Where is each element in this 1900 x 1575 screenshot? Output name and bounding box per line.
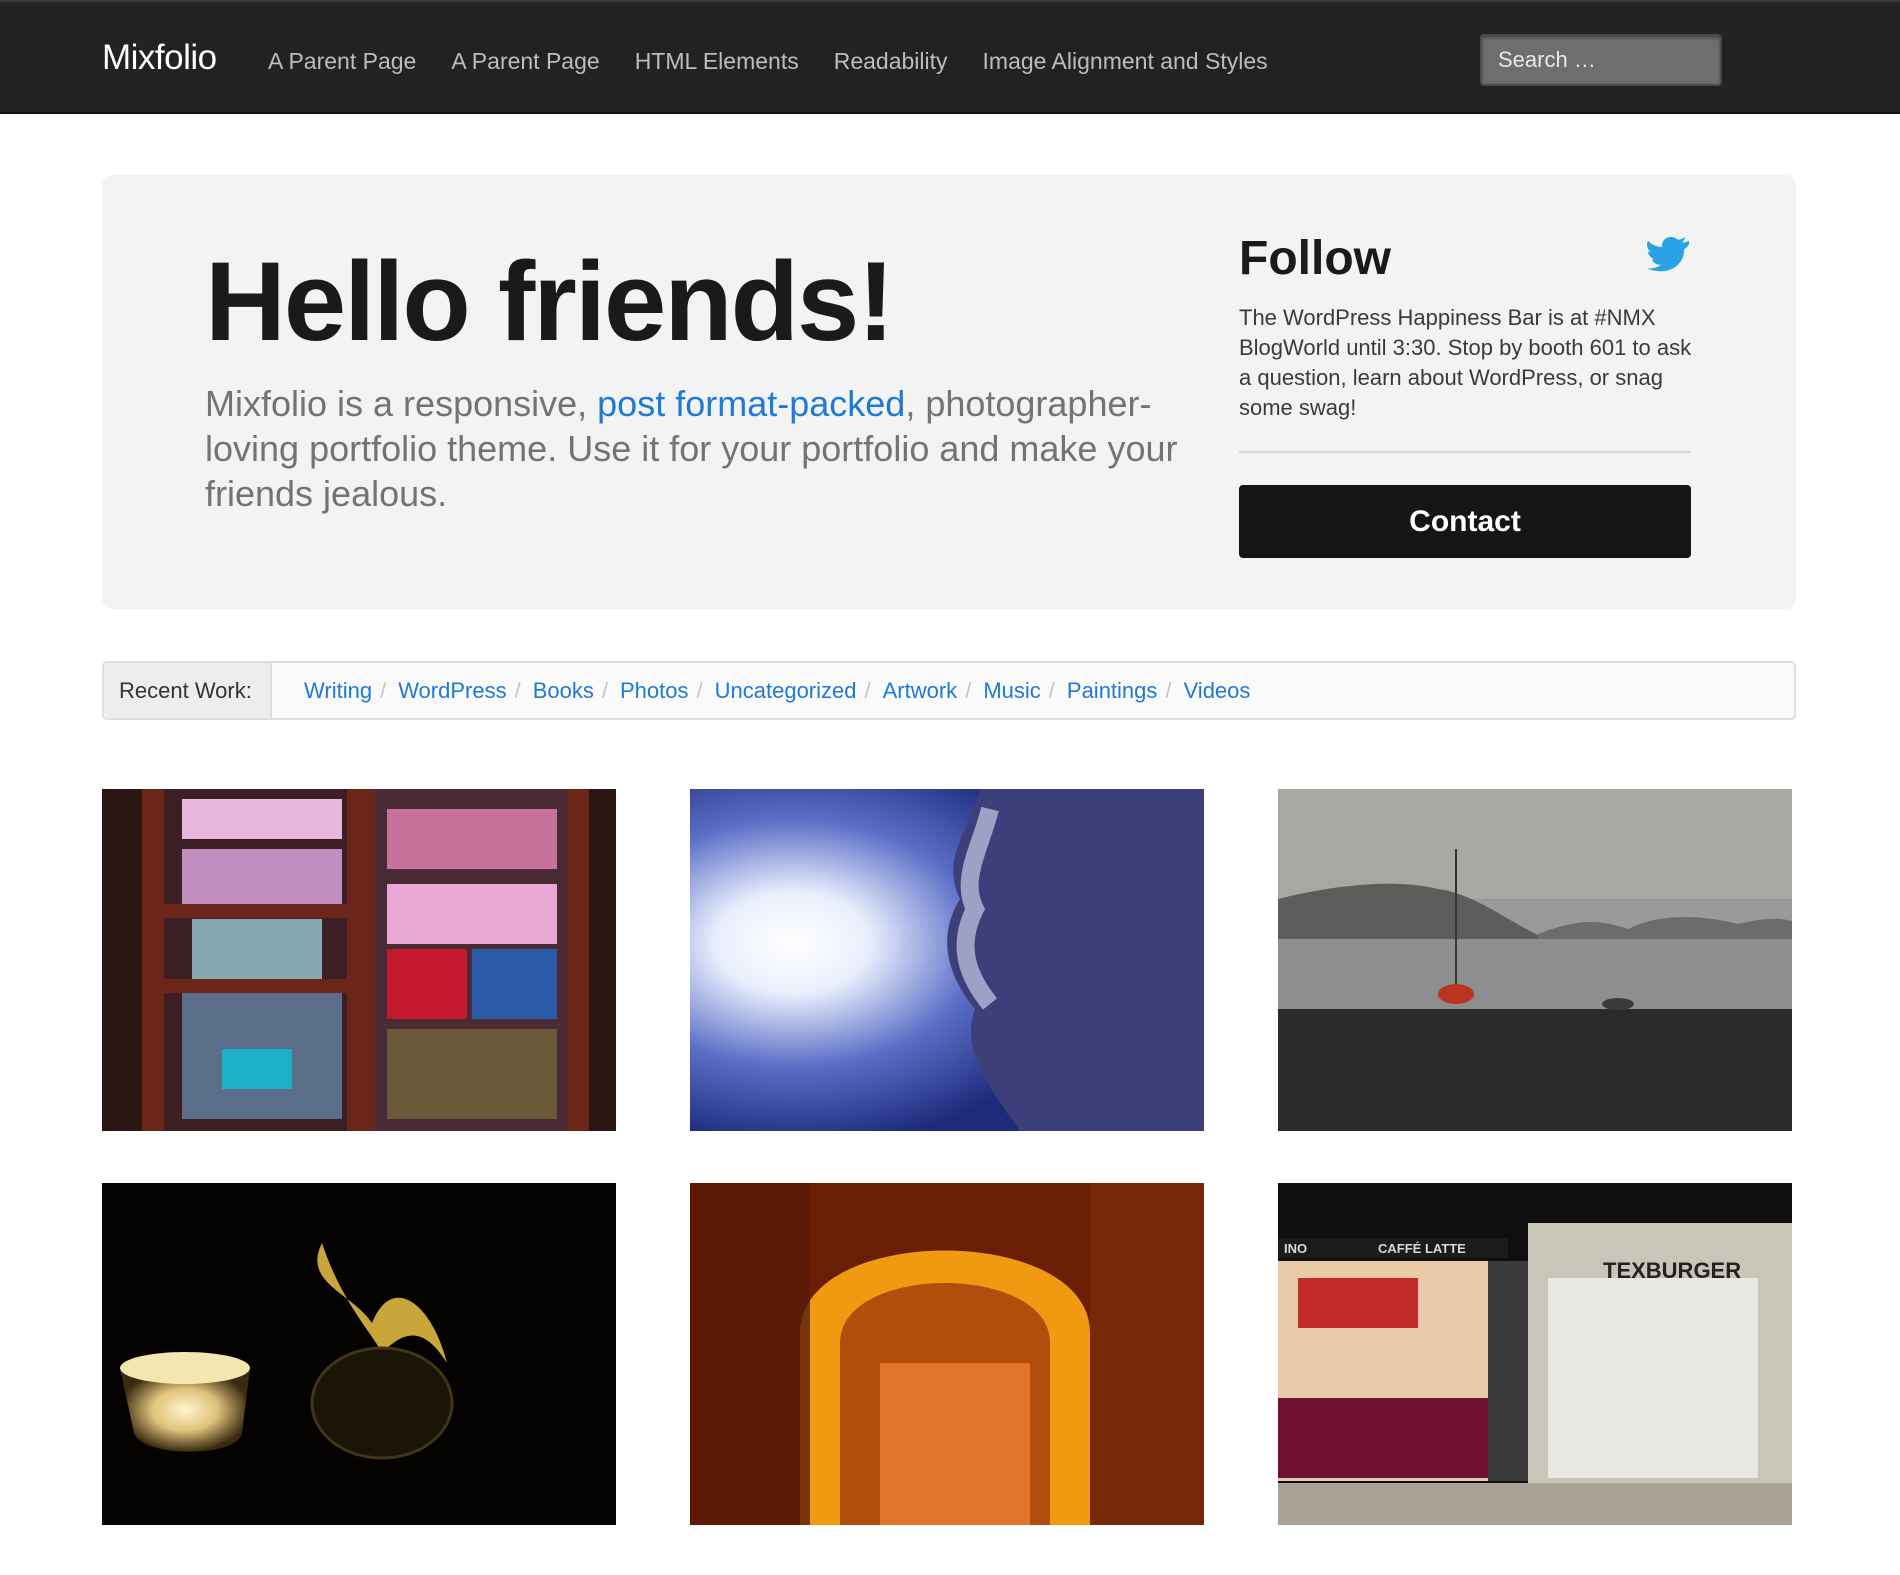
site-brand[interactable]: Mixfolio [102, 38, 217, 78]
main-nav: A Parent Page A Parent Page HTML Element… [268, 48, 1303, 75]
candle-lily-image [102, 1183, 616, 1525]
breadcrumb-separator: / [380, 677, 387, 703]
search-input[interactable] [1480, 34, 1722, 86]
hero-divider [1239, 451, 1691, 453]
cafe-sign: CAFFÉ LATTE [1378, 1241, 1466, 1256]
hero-text-before: Mixfolio is a responsive, [205, 383, 598, 424]
category-writing[interactable]: Writing [304, 678, 372, 704]
shop-window-image [102, 789, 616, 1131]
hero-title: Hello friends! [205, 239, 895, 364]
category-videos[interactable]: Videos [1184, 678, 1251, 704]
nav-link-html-elements[interactable]: HTML Elements [635, 48, 799, 75]
tweet-text: The WordPress Happiness Bar is at #NMX B… [1239, 305, 1692, 420]
cafe-street-image: INO CAFFÉ LATTE TEXBURGER [1278, 1183, 1792, 1525]
post-format-link[interactable]: post format-packed [597, 383, 905, 424]
gallery-thumb-candle-flower[interactable] [102, 1183, 616, 1525]
breadcrumb-separator: / [696, 677, 703, 703]
nav-link-parent-page-2[interactable]: A Parent Page [451, 48, 599, 75]
category-uncategorized[interactable]: Uncategorized [715, 678, 857, 704]
hero-unit: Hello friends! Mixfolio is a responsive,… [102, 175, 1796, 609]
gallery-thumb-harbor[interactable] [1278, 789, 1792, 1131]
harbor-mountains-image [1278, 789, 1792, 1131]
burger-sign: TEXBURGER [1603, 1258, 1741, 1283]
category-artwork[interactable]: Artwork [883, 678, 958, 704]
sky-clouds-image [690, 789, 1204, 1131]
gallery-thumb-cafe-street[interactable]: INO CAFFÉ LATTE TEXBURGER [1278, 1183, 1792, 1525]
category-links: Writing / WordPress / Books / Photos / Uncat… [304, 663, 1250, 718]
follow-heading: Follow [1239, 232, 1391, 285]
recent-work-label: Recent Work: [104, 663, 272, 718]
breadcrumb-separator: / [601, 677, 608, 703]
category-paintings[interactable]: Paintings [1067, 678, 1158, 704]
contact-button[interactable]: Contact [1239, 485, 1691, 558]
cafe-sign-left: INO [1284, 1241, 1307, 1256]
recent-work-bar: Recent Work: Writing / WordPress / Books / … [102, 661, 1796, 720]
nav-link-image-alignment[interactable]: Image Alignment and Styles [983, 48, 1268, 75]
category-photos[interactable]: Photos [620, 678, 689, 704]
category-music[interactable]: Music [983, 678, 1040, 704]
category-books[interactable]: Books [533, 678, 594, 704]
nav-link-parent-page-1[interactable]: A Parent Page [268, 48, 416, 75]
gallery-thumb-stone-arch[interactable] [690, 1183, 1204, 1525]
breadcrumb-separator: / [1048, 677, 1055, 703]
nav-link-readability[interactable]: Readability [834, 48, 948, 75]
breadcrumb-separator: / [864, 677, 871, 703]
twitter-bird-icon[interactable] [1647, 237, 1691, 273]
gallery-thumb-sky[interactable] [690, 789, 1204, 1131]
hero-description: Mixfolio is a responsive, post format-pa… [205, 381, 1195, 516]
breadcrumb-separator: / [1165, 677, 1172, 703]
top-navbar: Mixfolio A Parent Page A Parent Page HTM… [0, 0, 1900, 114]
category-wordpress[interactable]: WordPress [398, 678, 506, 704]
stone-arch-image [690, 1183, 1204, 1525]
breadcrumb-separator: / [514, 677, 521, 703]
gallery-thumb-shop-window[interactable] [102, 789, 616, 1131]
breadcrumb-separator: / [965, 677, 972, 703]
